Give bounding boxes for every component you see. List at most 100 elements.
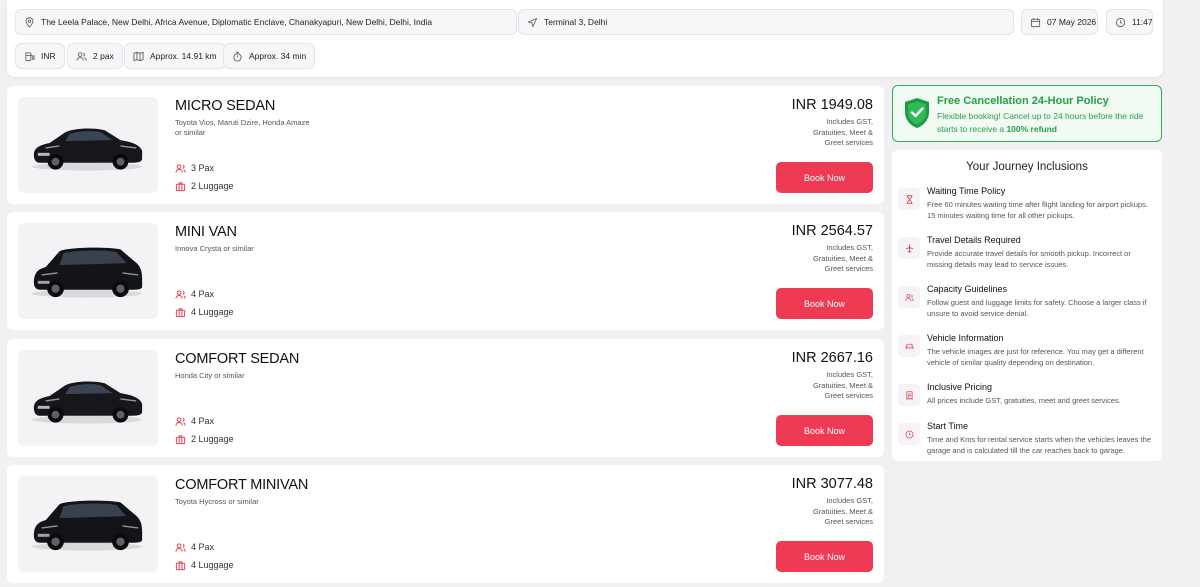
journey-inclusions-panel: Your Journey Inclusions Waiting Time Pol… <box>892 150 1162 461</box>
currency-text: INR <box>41 51 56 61</box>
clock-icon <box>1115 17 1126 27</box>
inclusion-description: Time and Kms for rental service starts w… <box>927 435 1151 455</box>
book-now-button[interactable]: Book Now <box>776 415 873 446</box>
users-icon <box>175 542 186 552</box>
map-icon <box>133 51 144 61</box>
book-now-button[interactable]: Book Now <box>776 288 873 319</box>
currency-chip[interactable]: INR <box>15 43 65 69</box>
luggage-icon <box>175 181 186 191</box>
refund-highlight: 100% refund <box>1006 123 1057 134</box>
fuel-icon <box>25 51 35 61</box>
pax-capacity-text: 3 Pax <box>191 163 215 173</box>
inclusion-title: Start Time <box>927 421 969 431</box>
trip-search-panel: The Leela Palace, New Delhi, Africa Aven… <box>7 0 1163 77</box>
car-class-name: MINI VAN <box>175 224 237 240</box>
book-now-button[interactable]: Book Now <box>776 541 873 572</box>
pax-text: 2 pax <box>93 51 114 61</box>
pax-capacity: 4 Pax <box>175 541 214 553</box>
users-icon <box>175 416 186 426</box>
car-option-card: COMFORT SEDAN Honda City or similar 4 Pax 2… <box>7 339 884 457</box>
cancellation-title: Free Cancellation 24-Hour Policy <box>937 95 1109 107</box>
date-text: 07 May 2026 <box>1047 17 1097 27</box>
inclusion-title: Waiting Time Policy <box>927 186 1006 196</box>
luggage-capacity-text: 4 Luggage <box>191 307 234 317</box>
distance-chip: Approx. 14.91 km <box>124 43 226 69</box>
luggage-icon <box>175 434 186 444</box>
price: INR 1949.08 <box>791 97 873 113</box>
inclusion-title: Travel Details Required <box>927 235 1021 245</box>
navigation-arrow-icon <box>527 17 538 27</box>
inclusion-description: The vehicle images are just for referenc… <box>927 347 1144 367</box>
book-now-button[interactable]: Book Now <box>776 162 873 193</box>
car-image <box>18 97 158 193</box>
car-models-text: Honda City or similar <box>175 371 245 380</box>
pax-chip[interactable]: 2 pax <box>67 43 123 69</box>
pickup-location-text: The Leela Palace, New Delhi, Africa Aven… <box>41 17 433 27</box>
shield-check-icon <box>905 98 929 128</box>
price-includes-note: Includes GST, Gratuities, Meet & Greet s… <box>812 496 873 526</box>
inclusion-description: Free 60 minutes waiting time after fligh… <box>927 200 1148 220</box>
dropoff-location-text: Terminal 3, Delhi <box>544 17 608 27</box>
luggage-capacity-text: 4 Luggage <box>191 560 234 570</box>
duration-text: Approx. 34 min <box>249 51 307 61</box>
pax-capacity-text: 4 Pax <box>191 289 215 299</box>
car-models-text: Toyota Vios, Maruti Dzire, Honda Amaze o… <box>175 118 310 137</box>
price-includes-note: Includes GST, Gratuities, Meet & Greet s… <box>812 370 873 400</box>
distance-text: Approx. 14.91 km <box>150 51 217 61</box>
users-icon <box>175 289 186 299</box>
users-icon <box>175 163 186 173</box>
pax-capacity: 4 Pax <box>175 415 214 427</box>
luggage-capacity: 2 Luggage <box>175 433 234 445</box>
car-models-text: Innova Crysta or similar <box>175 244 254 253</box>
car-icon <box>898 335 920 357</box>
price-includes-note: Includes GST, Gratuities, Meet & Greet s… <box>812 117 873 147</box>
car-image <box>18 350 158 446</box>
plane-icon <box>898 237 920 259</box>
luggage-capacity-text: 2 Luggage <box>191 434 234 444</box>
cancellation-text: Flexible booking! Cancel up to 24 hours … <box>937 111 1144 134</box>
car-image <box>18 476 158 572</box>
time-field[interactable]: 11:47 <box>1106 9 1153 35</box>
price: INR 2564.57 <box>791 223 873 239</box>
receipt-icon <box>898 384 920 406</box>
free-cancellation-banner: Free Cancellation 24-Hour Policy Flexibl… <box>892 85 1162 142</box>
price: INR 2667.16 <box>791 350 873 366</box>
car-models-text: Toyota Hycross or similar <box>175 497 259 506</box>
hourglass-icon <box>898 188 920 210</box>
pax-capacity: 3 Pax <box>175 162 214 174</box>
inclusion-description: Follow guest and luggage limits for safe… <box>927 298 1147 318</box>
inclusion-title: Vehicle Information <box>927 333 1004 343</box>
inclusion-description: Provide accurate travel details for smoo… <box>927 249 1131 269</box>
calendar-icon <box>1030 17 1041 27</box>
car-class-name: MICRO SEDAN <box>175 98 276 114</box>
car-option-card: MINI VAN Innova Crysta or similar 4 Pax 4 L… <box>7 212 884 330</box>
inclusion-title: Capacity Guidelines <box>927 284 1008 294</box>
car-class-name: COMFORT MINIVAN <box>175 477 309 493</box>
stopwatch-icon <box>233 51 242 62</box>
users-icon <box>76 51 87 61</box>
price: INR 3077.48 <box>791 476 873 492</box>
luggage-capacity: 2 Luggage <box>175 180 234 192</box>
car-option-card: COMFORT MINIVAN Toyota Hycross or similar… <box>7 465 884 583</box>
pickup-location-field[interactable]: The Leela Palace, New Delhi, Africa Aven… <box>15 9 517 35</box>
dropoff-location-field[interactable]: Terminal 3, Delhi <box>518 9 1014 35</box>
inclusion-title: Inclusive Pricing <box>927 382 993 392</box>
users-icon <box>898 286 920 308</box>
car-class-name: COMFORT SEDAN <box>175 351 300 367</box>
car-option-card: MICRO SEDAN Toyota Vios, Maruti Dzire, Ho… <box>7 86 884 204</box>
luggage-capacity: 4 Luggage <box>175 559 234 571</box>
luggage-capacity-text: 2 Luggage <box>191 181 234 191</box>
pax-capacity-text: 4 Pax <box>191 542 215 552</box>
car-image <box>18 223 158 319</box>
duration-chip: Approx. 34 min <box>223 43 316 69</box>
luggage-icon <box>175 307 186 317</box>
inclusion-description: All prices include GST, gratuities, meet… <box>927 396 1121 405</box>
price-includes-note: Includes GST, Gratuities, Meet & Greet s… <box>812 243 873 273</box>
time-text: 11:47 <box>1132 17 1153 27</box>
clock-icon <box>898 423 920 445</box>
luggage-capacity: 4 Luggage <box>175 306 234 318</box>
date-field[interactable]: 07 May 2026 <box>1021 9 1098 35</box>
inclusions-title: Your Journey Inclusions <box>966 161 1088 173</box>
luggage-icon <box>175 560 186 570</box>
pax-capacity: 4 Pax <box>175 288 214 300</box>
